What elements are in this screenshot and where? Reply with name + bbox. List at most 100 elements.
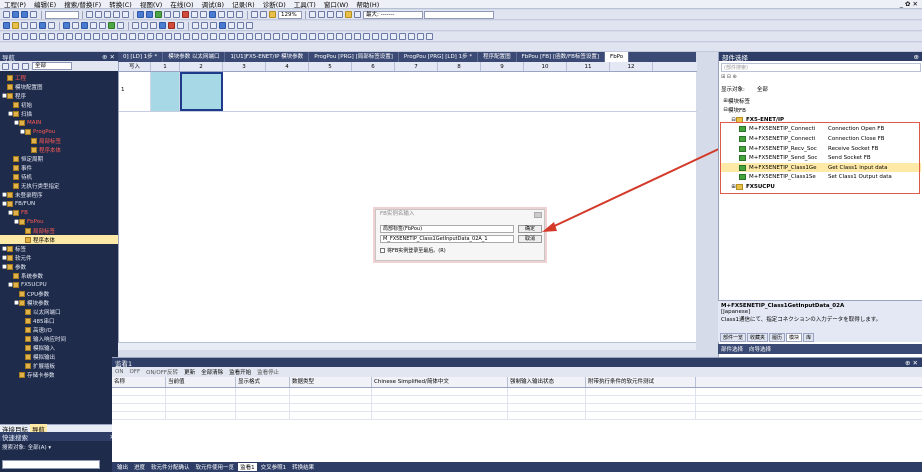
print-icon[interactable] [30, 11, 37, 18]
col-device-test[interactable]: 附带执行条件的软元件测试 [586, 377, 696, 387]
tree-item[interactable]: ■ 标签 [0, 244, 118, 253]
tree-item[interactable]: ■ MAIN [0, 118, 118, 127]
cq-icon[interactable] [363, 33, 370, 40]
save-icon[interactable] [21, 11, 28, 18]
tab-editor-5[interactable]: ProgPou [PRG] [LD] 1步 * [399, 52, 479, 62]
open-icon[interactable] [12, 11, 19, 18]
coil-icon[interactable] [72, 22, 79, 29]
tab-output[interactable]: 输出 [115, 463, 130, 471]
tree-item[interactable]: ■ FbPou [0, 217, 118, 226]
tab-cross-ref[interactable]: 交叉参照1 [259, 463, 289, 471]
ladder-icon[interactable] [3, 22, 10, 29]
tree-item[interactable]: 程序本体 [0, 145, 118, 154]
device-icon[interactable] [209, 11, 216, 18]
tree-item[interactable]: 事件 [0, 163, 118, 172]
af5-icon[interactable] [201, 33, 208, 40]
ch-icon[interactable] [282, 33, 289, 40]
cn-icon[interactable] [336, 33, 343, 40]
col-force[interactable]: 强制输入输出状态 [508, 377, 586, 387]
ok-button[interactable]: 确定 [518, 225, 542, 233]
tab-module[interactable]: 模块 [786, 332, 803, 342]
label-icon[interactable] [218, 11, 225, 18]
tab-progress[interactable]: 进度 [132, 463, 147, 471]
zoom-fit-icon[interactable] [269, 11, 276, 18]
cv-icon[interactable] [408, 33, 415, 40]
tree-item[interactable]: 工程 [0, 73, 118, 82]
tab-editor-1[interactable]: 0] [LD] 1步 * [118, 52, 164, 62]
nav-filter-icon[interactable] [2, 62, 9, 70]
quick-search-input[interactable] [2, 460, 100, 469]
col-value[interactable]: 当前值 [166, 377, 236, 387]
paste-icon[interactable] [104, 11, 111, 18]
tree-item[interactable]: 模块配置图 [0, 82, 118, 91]
comment-icon[interactable] [132, 22, 139, 29]
tab-favorites[interactable]: 收藏夹 [747, 332, 769, 342]
tab-history[interactable]: 履历 [769, 332, 786, 342]
tree-item[interactable]: 485串口 [0, 316, 118, 325]
tab-wizard-select[interactable]: 向导选择 [749, 345, 771, 353]
pin-icon[interactable]: ⊕ ✕ [905, 359, 918, 367]
toggle-button[interactable]: ON/OFF反转 [146, 368, 178, 376]
f8-icon[interactable] [48, 33, 55, 40]
online-icon[interactable] [39, 22, 46, 29]
copy-icon[interactable] [95, 11, 102, 18]
af7-icon[interactable] [111, 33, 118, 40]
read-mode-icon[interactable] [12, 22, 19, 29]
cm-icon[interactable] [327, 33, 334, 40]
clear-all-button[interactable]: 全部清除 [201, 368, 223, 376]
tab-device-assign[interactable]: 软元件分配确认 [149, 463, 192, 471]
cut-icon[interactable] [86, 11, 93, 18]
toolbar-select-2[interactable] [424, 10, 494, 19]
nav-filter-select[interactable]: 全部 [32, 62, 72, 70]
cg-icon[interactable] [273, 33, 280, 40]
zoom-out-icon[interactable] [251, 11, 258, 18]
write-icon[interactable] [173, 11, 180, 18]
statement-icon[interactable] [141, 22, 148, 29]
sf5-icon[interactable] [12, 33, 19, 40]
cr-icon[interactable] [372, 33, 379, 40]
table-icon[interactable] [219, 22, 226, 29]
cs-icon[interactable] [381, 33, 388, 40]
tree-item[interactable]: ■ FX5UCPU [0, 280, 118, 289]
stop-monitor-button[interactable]: 监看停止 [257, 368, 279, 376]
max-select[interactable]: 最大: ------- [363, 10, 423, 19]
tree-item[interactable]: ■ FB [0, 208, 118, 217]
grid-icon[interactable] [354, 11, 361, 18]
tree-item[interactable]: 扩展插板 [0, 361, 118, 370]
display-target-select[interactable]: 全部 [757, 85, 768, 93]
tab-watch-1[interactable]: 监看1 [238, 463, 257, 471]
tools-icon[interactable] [246, 22, 253, 29]
tab-parts-select[interactable]: 部件选择 [721, 345, 743, 353]
offline-icon[interactable] [48, 22, 55, 29]
cf-icon[interactable] [264, 33, 271, 40]
f7-icon[interactable] [39, 33, 46, 40]
tree-item[interactable]: ■ 软元件 [0, 253, 118, 262]
diag-icon[interactable] [345, 11, 352, 18]
convert-icon[interactable] [155, 11, 162, 18]
parts-tree-item[interactable]: ⊟ 模块FB [721, 106, 921, 115]
cancel-button[interactable]: 取消 [518, 235, 542, 243]
cf9-icon[interactable] [75, 33, 82, 40]
write-mode-icon[interactable] [21, 22, 28, 29]
stop-monitor-icon[interactable] [200, 11, 207, 18]
start-monitor-button[interactable]: 监看开始 [229, 368, 251, 376]
tree-item[interactable]: 无执行类型指定 [0, 181, 118, 190]
param-icon[interactable] [228, 22, 235, 29]
af8-icon[interactable] [120, 33, 127, 40]
ladder-row[interactable]: 1 [119, 72, 697, 112]
tree-item[interactable]: 系统参数 [0, 271, 118, 280]
tree-item[interactable]: ■ ProgPou [0, 127, 118, 136]
tab-editor-7[interactable]: FbPou [FB] [函数/FB标签设置] [517, 52, 606, 62]
watch-icon[interactable] [192, 22, 199, 29]
pin-icon[interactable]: ⊕ [914, 53, 919, 61]
saf7-icon[interactable] [147, 33, 154, 40]
cj-icon[interactable] [300, 33, 307, 40]
tab-editor-4[interactable]: ProgPou [PRG] [局部标签设置] [309, 52, 399, 62]
ladder-cell-cursor[interactable] [180, 72, 223, 111]
tab-parts-list[interactable]: 部件一览 [720, 332, 747, 342]
cx-icon[interactable] [426, 33, 433, 40]
watch-row[interactable] [112, 404, 922, 412]
af10-icon[interactable] [183, 33, 190, 40]
tree-item[interactable]: ■ 参数 [0, 262, 118, 271]
tree-item[interactable]: 高速I/O [0, 325, 118, 334]
